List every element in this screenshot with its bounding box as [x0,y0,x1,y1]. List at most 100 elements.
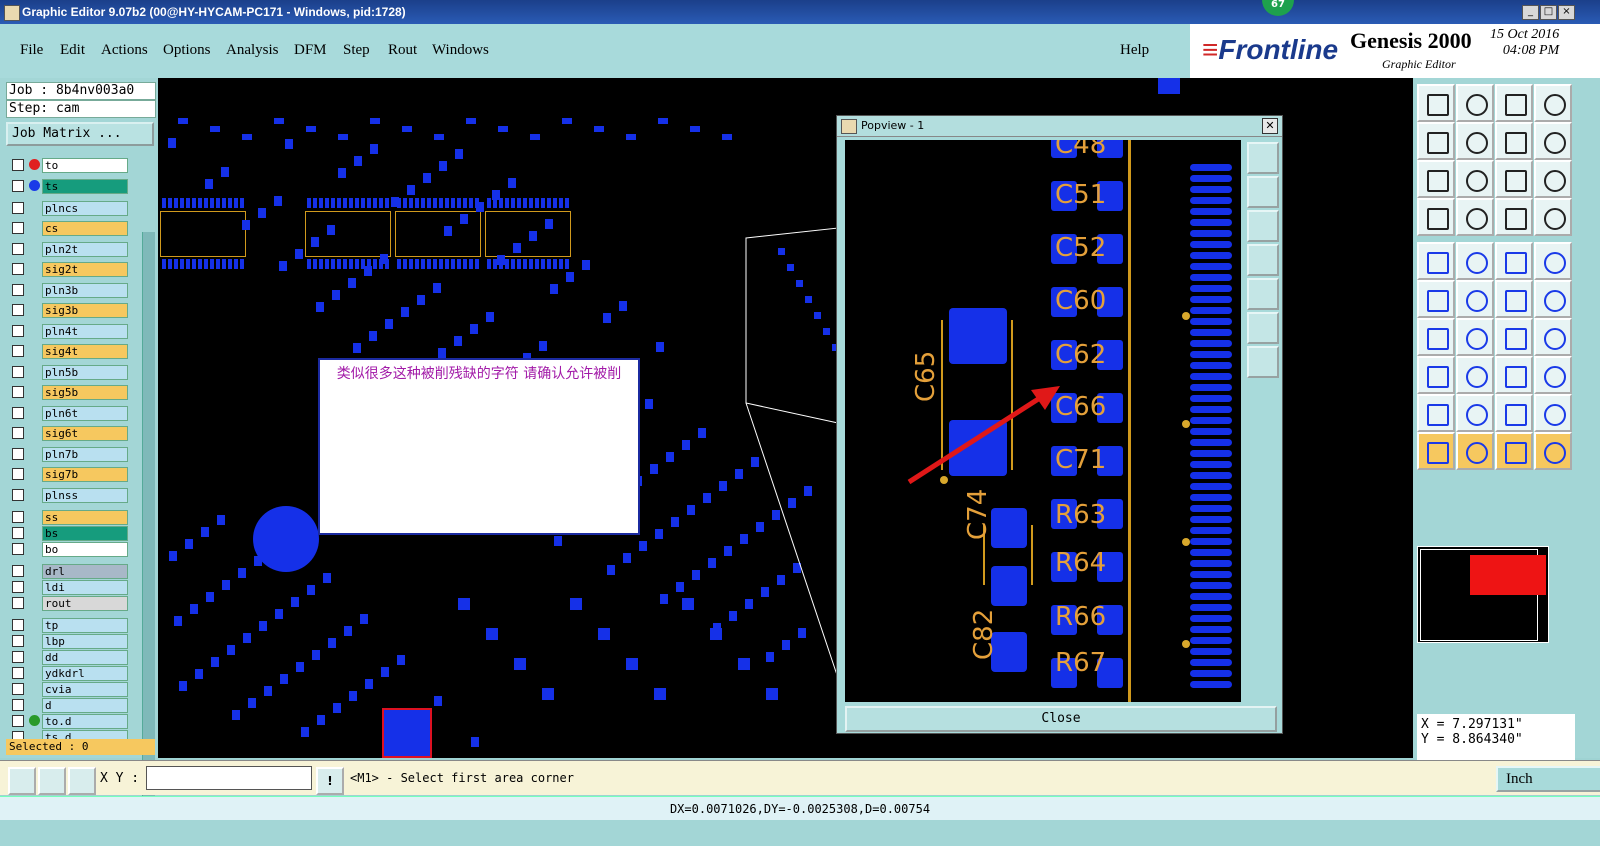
open-job-icon[interactable] [1417,84,1455,122]
layer-row[interactable]: ydkdrl [12,665,128,681]
menu-windows[interactable]: Windows [432,42,489,59]
edit-tool-icon[interactable] [1417,198,1455,236]
alert-icon[interactable]: ! [316,767,344,795]
layer-row[interactable]: ts [12,178,128,194]
layer-checkbox[interactable] [12,488,24,501]
layer-row[interactable]: pln2t [12,241,128,257]
menu-dfm[interactable]: DFM [294,42,327,59]
undo-icon[interactable] [1495,318,1533,356]
layer-scrollbar[interactable] [142,232,155,812]
layer-checkbox[interactable] [12,159,24,171]
layer-checkbox[interactable] [12,634,24,647]
highlight-icon[interactable] [1456,242,1494,280]
layer-row[interactable]: cs [12,221,128,236]
triangle-icon[interactable] [1417,394,1455,432]
feature-icon[interactable] [1456,432,1494,470]
layer-row[interactable]: pln7b [12,446,128,462]
measure-icon[interactable] [38,767,66,795]
pointer-icon[interactable] [1417,432,1455,470]
layer-checkbox[interactable] [12,179,24,192]
snap-point-icon[interactable] [1417,356,1455,394]
layer-checkbox[interactable] [12,222,24,234]
layer-checkbox[interactable] [12,526,24,539]
cross-icon[interactable] [1456,280,1494,318]
select-icon[interactable] [1417,242,1455,280]
menu-file[interactable]: File [20,42,43,59]
zoom-tool-icon[interactable] [1247,142,1279,174]
units-select[interactable]: Inch [1496,766,1600,792]
layer-checkbox[interactable] [12,580,24,593]
layer-checkbox[interactable] [12,650,24,663]
minimize-button[interactable]: _ [1522,5,1539,20]
layer-row[interactable]: ss [12,509,128,525]
layer-checkbox[interactable] [12,682,24,695]
zoom-box-icon[interactable] [1534,160,1572,198]
menu-step[interactable]: Step [343,42,370,59]
tree-icon[interactable] [1534,432,1572,470]
layer-checkbox[interactable] [12,618,24,631]
layer-row[interactable]: pln4t [12,323,128,339]
ratio-icon[interactable] [1495,160,1533,198]
marker-icon[interactable] [1495,432,1533,470]
layer-row[interactable]: dd [12,649,128,665]
grid-icon[interactable] [68,767,96,795]
component-icon[interactable] [1534,356,1572,394]
popview-close-button[interactable]: Close [845,706,1277,732]
layer-row[interactable]: sig2t [12,262,128,277]
menu-options[interactable]: Options [163,42,211,59]
layer-row[interactable]: sig6t [12,426,128,441]
panel-icon[interactable] [1495,122,1533,160]
popview-close-icon[interactable]: ✕ [1262,118,1278,134]
zoom-fit-icon[interactable] [1247,312,1279,344]
netlist-icon[interactable] [1534,198,1572,236]
diagonal-icon[interactable] [1456,318,1494,356]
layer-checkbox[interactable] [12,345,24,357]
layer-checkbox[interactable] [12,596,24,609]
refresh-icon[interactable] [1534,122,1572,160]
layer-checkbox[interactable] [12,386,24,398]
layer-row[interactable]: cvia [12,681,128,697]
menu-help[interactable]: Help [1120,42,1149,59]
layer-row[interactable]: pln5b [12,364,128,380]
menu-edit[interactable]: Edit [60,42,85,59]
layer-row[interactable]: bo [12,541,128,557]
layer-row[interactable]: pln3b [12,282,128,298]
pan-down-icon[interactable] [1247,210,1279,242]
layer-checkbox[interactable] [12,324,24,337]
layer-row[interactable]: plnss [12,487,128,503]
layer-row[interactable]: lbp [12,633,128,649]
home-icon[interactable] [1495,84,1533,122]
pan-left-icon[interactable] [1247,244,1279,276]
menu-analysis[interactable]: Analysis [226,42,279,59]
menu-rout[interactable]: Rout [388,42,417,59]
align-icon[interactable] [1534,318,1572,356]
layer-row[interactable]: sig4t [12,344,128,359]
layer-checkbox[interactable] [12,698,24,711]
layer-checkbox[interactable] [12,468,24,480]
pan-up-icon[interactable] [1247,176,1279,208]
overview-map[interactable] [1417,546,1549,643]
layer-checkbox[interactable] [12,406,24,419]
grid-view-icon[interactable] [1456,198,1494,236]
layer-row[interactable]: to [12,158,128,173]
layer-checkbox[interactable] [12,447,24,460]
popview-canvas[interactable]: C48 C51 C52 C60 C62 C66 C71 R63 R64 R66 R67 C65 C74 C… [845,140,1241,702]
layer-checkbox[interactable] [12,304,24,316]
copper-icon[interactable] [1534,394,1572,432]
route-icon[interactable] [1495,280,1533,318]
layer-row[interactable]: sig5b [12,385,128,400]
layer-checkbox[interactable] [12,666,24,679]
export-icon[interactable] [1456,122,1494,160]
layer-checkbox[interactable] [12,263,24,275]
xy-input[interactable] [146,766,312,790]
zoom-in-icon[interactable] [1247,346,1279,378]
import-icon[interactable] [1417,122,1455,160]
connect-icon[interactable] [1417,280,1455,318]
layer-checkbox[interactable] [12,564,24,577]
layout-icon[interactable] [1534,84,1572,122]
center-icon[interactable] [1456,160,1494,198]
layer-row[interactable]: ldi [12,579,128,595]
layer-checkbox[interactable] [12,283,24,296]
layer-checkbox[interactable] [12,510,24,523]
pan-right-icon[interactable] [1247,278,1279,310]
